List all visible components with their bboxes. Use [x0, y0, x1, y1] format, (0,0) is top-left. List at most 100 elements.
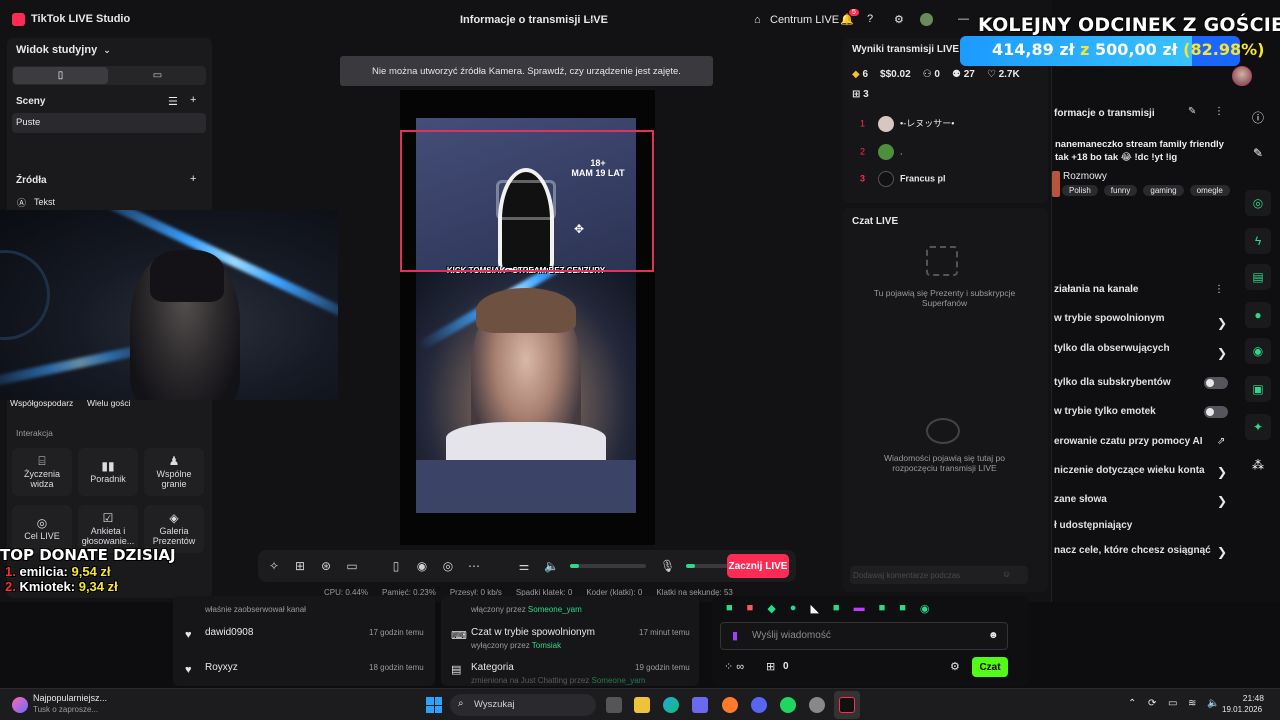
more-options-icon[interactable]: ⋮: [1214, 106, 1224, 117]
account-age-action[interactable]: niczenie dotyczące wieku konta: [1054, 465, 1205, 476]
chevron-right-icon[interactable]: ❯: [1217, 545, 1227, 559]
gear-icon[interactable]: ⚙: [950, 660, 960, 673]
chevron-right-icon[interactable]: ❯: [1217, 316, 1227, 330]
tag[interactable]: funny: [1103, 185, 1138, 196]
firefox-icon[interactable]: [722, 697, 738, 713]
emote-icon[interactable]: ■: [726, 602, 733, 615]
guide-tile[interactable]: ▮▮ Poradnik: [78, 448, 138, 496]
pencil-icon[interactable]: ✎: [1245, 140, 1271, 166]
scene-item[interactable]: [12, 113, 206, 133]
followers-only-action[interactable]: tylko dla obserwujących: [1054, 343, 1170, 354]
home-icon[interactable]: ⌂: [754, 14, 761, 26]
chevron-right-icon[interactable]: ❯: [1217, 346, 1227, 360]
record-icon[interactable]: ◉: [416, 559, 428, 573]
live-center-link[interactable]: Centrum LIVE: [770, 14, 839, 26]
taskbar-search[interactable]: [450, 694, 596, 716]
focus-icon[interactable]: ◎: [1245, 190, 1271, 216]
monitor-icon[interactable]: ▣: [1245, 376, 1271, 402]
clock-date[interactable]: 19.01.2026: [1222, 705, 1262, 714]
help-icon[interactable]: ?: [867, 13, 873, 25]
emote-icon[interactable]: ●: [790, 602, 797, 615]
info-icon[interactable]: ⓘ: [1245, 104, 1271, 130]
widget-headline[interactable]: Najpopularniejsz...: [33, 693, 107, 703]
users-infinity-icon[interactable]: ⁘ ∞: [724, 660, 744, 673]
viewer-wishes-tile[interactable]: ⌸ Życzenia widza: [12, 448, 72, 496]
obs-icon[interactable]: [809, 697, 825, 713]
start-live-button[interactable]: Zacznij LIVE: [727, 554, 789, 578]
gear-icon[interactable]: ⚙: [894, 13, 904, 26]
emote-icon[interactable]: ▬: [854, 602, 865, 615]
send-chat-button[interactable]: Czat: [972, 657, 1008, 677]
emote-icon[interactable]: ■: [747, 602, 754, 615]
edge-icon[interactable]: [663, 697, 679, 713]
tag[interactable]: gaming: [1143, 185, 1184, 196]
mic-icon[interactable]: ▮: [732, 629, 738, 642]
effects-icon[interactable]: ⊛: [320, 559, 332, 573]
broadcast-icon[interactable]: ◉: [1245, 338, 1271, 364]
activity-user[interactable]: Someone_yam: [528, 605, 582, 614]
emoji-icon[interactable]: ☺: [1002, 569, 1011, 579]
microphone-icon[interactable]: 🎙: [660, 559, 675, 573]
add-scene-icon[interactable]: +: [190, 94, 196, 106]
network-icon[interactable]: ⟳: [1148, 698, 1156, 709]
start-button[interactable]: [426, 697, 442, 713]
subscribers-only-toggle[interactable]: [1204, 377, 1228, 389]
tag[interactable]: omegle: [1189, 185, 1230, 196]
magic-wand-icon[interactable]: ✧: [268, 559, 280, 573]
news-widget-icon[interactable]: [12, 697, 28, 713]
goals-action[interactable]: nacz cele, które chcesz osiągnąć: [1054, 545, 1211, 556]
blocked-words-action[interactable]: zane słowa: [1054, 494, 1107, 505]
external-link-icon[interactable]: ⇗: [1217, 436, 1225, 447]
add-source-icon[interactable]: +: [190, 173, 196, 185]
file-explorer-icon[interactable]: [634, 697, 650, 713]
emote-icon[interactable]: ■: [899, 602, 906, 615]
top-viewer-row[interactable]: 3 Francus pl: [860, 171, 946, 187]
emote-icon[interactable]: ◆: [767, 602, 775, 615]
activity-user[interactable]: Royxyz: [205, 662, 238, 673]
chevron-up-icon[interactable]: ⌃: [1128, 698, 1136, 709]
emote-icon[interactable]: ■: [879, 602, 886, 615]
chevron-right-icon[interactable]: ❯: [1217, 465, 1227, 479]
phone-icon[interactable]: ▯: [390, 559, 402, 573]
tag[interactable]: Polish: [1062, 185, 1098, 196]
tiktok-live-studio-icon[interactable]: [839, 697, 855, 713]
ai-moderation-action[interactable]: erowanie czatu przy pomocy AI: [1054, 436, 1203, 447]
group-icon[interactable]: ⁂: [1245, 452, 1271, 478]
share-icon[interactable]: ⇨: [586, 14, 595, 27]
emoji-icon[interactable]: ☻: [988, 630, 999, 641]
task-view-icon[interactable]: [606, 697, 622, 713]
more-options-icon[interactable]: ⋮: [1214, 284, 1224, 295]
avatar[interactable]: [1232, 66, 1252, 86]
wifi-icon[interactable]: ≋: [1188, 698, 1196, 709]
more-icon[interactable]: ⋯: [468, 559, 480, 573]
chevron-right-icon[interactable]: ❯: [1217, 494, 1227, 508]
sharing-action[interactable]: ł udostępniający: [1054, 520, 1132, 531]
store-icon[interactable]: [692, 697, 708, 713]
selection-box[interactable]: [400, 130, 654, 272]
slow-mode-action[interactable]: w trybie spowolnionym: [1054, 313, 1165, 324]
edit-icon[interactable]: ✎: [1188, 106, 1196, 117]
screen-icon[interactable]: ▭: [346, 559, 358, 573]
document-icon[interactable]: ▤: [1245, 264, 1271, 290]
activity-user[interactable]: dawid0908: [205, 627, 253, 638]
landscape-button[interactable]: ▭: [110, 67, 205, 84]
spotify-icon[interactable]: [780, 697, 796, 713]
settings-sliders-icon[interactable]: ⚌: [518, 559, 530, 573]
profile-avatar[interactable]: [920, 13, 933, 26]
portrait-button[interactable]: ▯: [13, 67, 108, 84]
clock-time[interactable]: 21:48: [1228, 693, 1264, 703]
top-viewer-row[interactable]: 1 •-レヌッサー•: [860, 116, 954, 132]
add-source-icon[interactable]: ⊞: [294, 559, 306, 573]
volume-icon[interactable]: 🔈: [1207, 698, 1219, 709]
list-icon[interactable]: ☰: [168, 95, 178, 108]
chat-bubble-icon[interactable]: ●: [1245, 302, 1271, 328]
source-item-label[interactable]: Tekst: [34, 197, 55, 207]
wrench-icon[interactable]: ✦: [1245, 414, 1271, 440]
emote-icon[interactable]: ◣: [810, 602, 818, 615]
lightning-icon[interactable]: ϟ: [1245, 228, 1271, 254]
speaker-icon[interactable]: 🔈: [544, 559, 559, 573]
play-together-tile[interactable]: ♟ Wspólne granie: [144, 448, 204, 496]
activity-user[interactable]: Tomsiak: [532, 641, 561, 650]
activity-user[interactable]: Someone_yam: [592, 676, 646, 685]
top-viewer-row[interactable]: 2 .: [860, 144, 903, 160]
